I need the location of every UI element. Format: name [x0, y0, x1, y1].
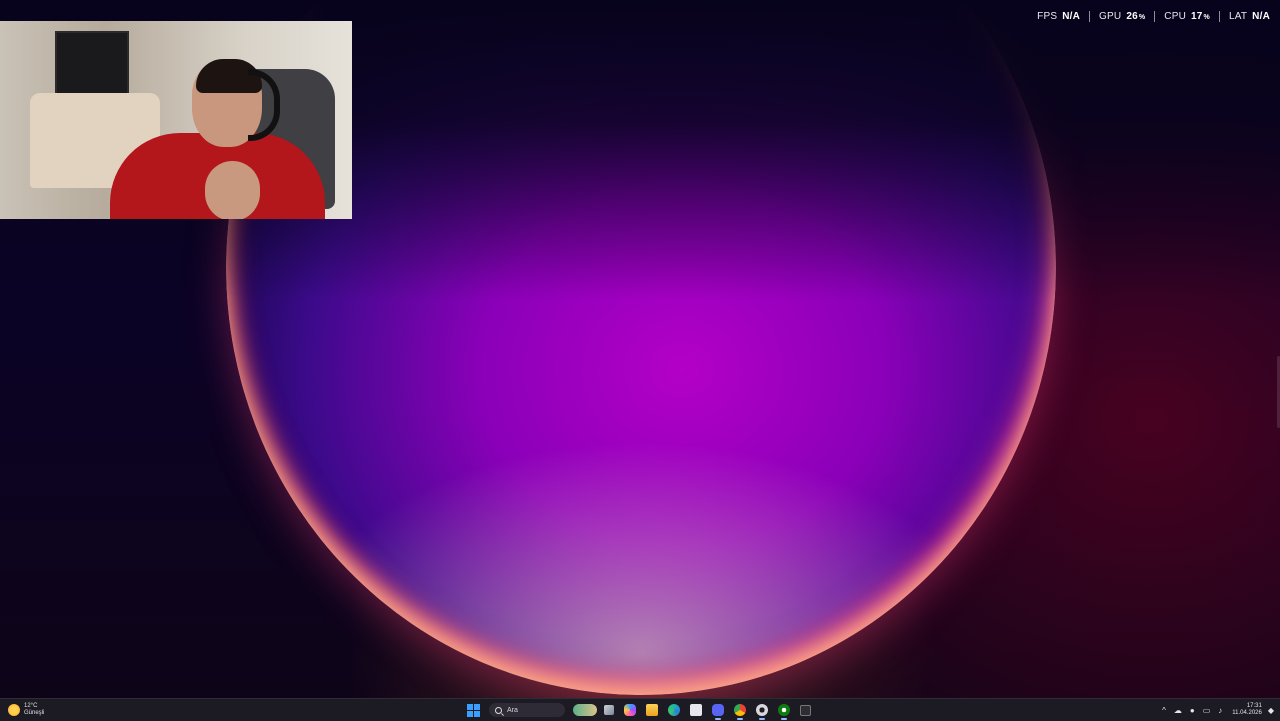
clock-date: 11.04.2026 — [1232, 710, 1262, 716]
discord-icon[interactable] — [712, 704, 724, 720]
clock-time: 17:31 — [1246, 703, 1262, 709]
search-icon — [495, 706, 502, 714]
cloud-icon[interactable]: ☁ — [1174, 706, 1182, 715]
stat-label: LAT — [1228, 11, 1248, 22]
task-view-icon[interactable] — [604, 705, 614, 715]
stat-label: CPU — [1164, 11, 1186, 22]
stat-cpu: CPU 17 % — [1155, 11, 1220, 22]
stat-unit: % — [1138, 14, 1146, 21]
stat-value: N/A — [1252, 11, 1270, 22]
windows-start-icon[interactable] — [467, 703, 480, 717]
sun-icon — [8, 704, 20, 716]
stat-fps: FPS N/A — [1028, 11, 1091, 22]
volume-icon[interactable]: ♪ — [1218, 706, 1222, 715]
stat-unit: % — [1203, 14, 1210, 21]
file-explorer-icon[interactable] — [646, 704, 658, 716]
copilot-icon[interactable] — [624, 704, 636, 716]
stat-value: N/A — [1062, 11, 1081, 22]
taskbar: 12°C Güneşli Ara ^ ☁ ● ▭ ♪ 17:31 11.04.2… — [0, 698, 1280, 721]
stat-label: GPU — [1099, 11, 1122, 22]
weather-widget[interactable]: 12°C Güneşli — [8, 701, 44, 719]
chevron-up-icon[interactable]: ^ — [1162, 706, 1166, 715]
obs-icon[interactable] — [800, 704, 811, 716]
stat-label: FPS — [1037, 11, 1058, 22]
webcam-tv — [55, 31, 129, 97]
taskbar-center: Ara — [467, 701, 821, 720]
stat-value: 26 — [1126, 11, 1138, 22]
system-tray: ^ ☁ ● ▭ ♪ 17:31 11.04.2026 ◆ — [1154, 701, 1274, 719]
search-placeholder: Ara — [507, 706, 518, 714]
microphone-icon[interactable]: ● — [1190, 706, 1195, 715]
settings-icon[interactable] — [756, 704, 768, 720]
stat-gpu: GPU 26 % — [1090, 11, 1156, 22]
store-icon[interactable] — [690, 704, 702, 716]
clock[interactable]: 17:31 11.04.2026 — [1232, 703, 1262, 717]
weather-condition: Güneşli — [24, 710, 45, 716]
stat-value: 17 — [1191, 11, 1203, 22]
webcam-person-hand — [205, 161, 260, 219]
notification-icon[interactable]: ◆ — [1268, 706, 1274, 715]
weather-temp: 12°C — [24, 703, 38, 709]
network-icon[interactable]: ▭ — [1203, 706, 1211, 715]
webcam-overlay — [0, 21, 352, 219]
widgets-icon[interactable] — [573, 704, 597, 716]
edge-icon[interactable] — [668, 704, 680, 716]
xbox-icon[interactable] — [778, 704, 790, 720]
search-input[interactable]: Ara — [489, 703, 565, 717]
performance-overlay: FPS N/A GPU 26 % CPU 17 % LAT N/A — [1028, 11, 1270, 22]
chrome-icon[interactable] — [734, 704, 746, 720]
stat-lat: LAT N/A — [1220, 11, 1270, 22]
